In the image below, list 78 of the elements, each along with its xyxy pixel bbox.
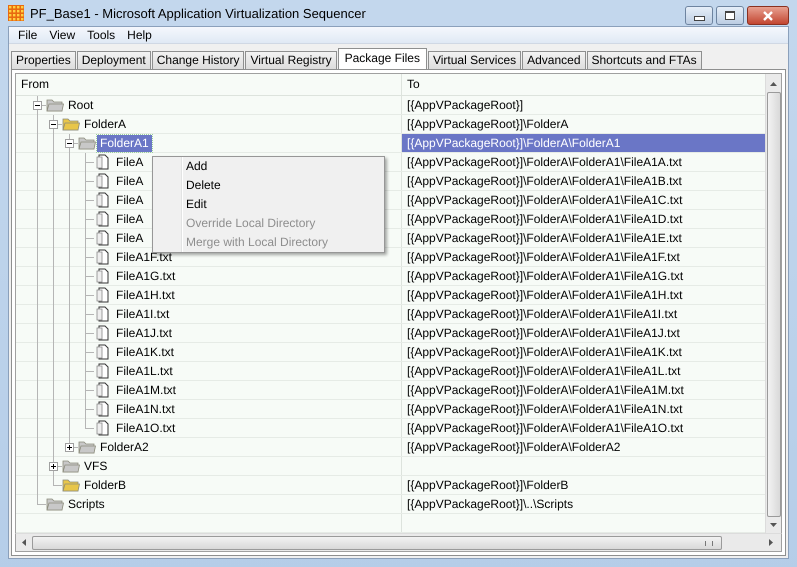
tree-item[interactable]: FolderA1 (97, 134, 152, 152)
scroll-thumb[interactable] (766, 92, 780, 517)
menu-item[interactable]: Add (153, 157, 384, 176)
table-cell: [{AppVPackageRoot}]\FolderA\FolderA1\FileA1H.txt (407, 288, 682, 302)
table-cell: [{AppVPackageRoot}]\FolderA\FolderA1\FileA1G.txt (407, 269, 684, 283)
table-cell: [{AppVPackageRoot}]\FolderA\FolderA1 (407, 136, 620, 150)
tree-item[interactable]: Scripts (65, 496, 108, 512)
expander-icon[interactable] (65, 138, 74, 148)
tab[interactable]: Advanced (522, 51, 586, 69)
table-cell: [{AppVPackageRoot}]\FolderA\FolderA1\FileA1I.txt (407, 307, 678, 321)
column-header[interactable]: From (16, 74, 402, 95)
app-icon (8, 5, 24, 21)
maximize-button[interactable] (716, 6, 744, 25)
tree-item[interactable]: FileA1G.txt (113, 268, 178, 284)
tree-item[interactable]: FileA (113, 192, 146, 208)
table-cell: [{AppVPackageRoot}]\FolderA\FolderA2 (407, 440, 620, 454)
tree-item[interactable]: Root (65, 96, 96, 114)
table-cell: [{AppVPackageRoot}]\FolderA\FolderA1\FileA1D.txt (407, 212, 682, 226)
scroll-up-icon[interactable] (770, 82, 777, 86)
tab[interactable]: Properties (11, 51, 76, 69)
minimize-button[interactable] (685, 6, 713, 25)
close-icon (762, 10, 774, 20)
tree-item[interactable]: VFS (81, 458, 110, 474)
tree-item[interactable]: FolderB (81, 476, 130, 494)
tree-item[interactable]: FileA1K.txt (113, 344, 178, 360)
tree-item[interactable]: FolderA2 (97, 438, 152, 456)
tree-item[interactable]: FileA1O.txt (113, 420, 178, 436)
tree-item[interactable]: FileA1H.txt (113, 286, 178, 304)
tree-item[interactable]: FolderA (81, 116, 130, 132)
tree-item[interactable]: FileA1N.txt (113, 400, 178, 418)
menu-item[interactable]: Delete (153, 176, 384, 195)
tree-item[interactable]: FileA1M.txt (113, 382, 180, 398)
table-cell: [{AppVPackageRoot}]\FolderA\FolderA1\FileA1O.txt (407, 421, 684, 435)
table-cell: [{AppVPackageRoot}] (407, 98, 524, 112)
table-cell: [{AppVPackageRoot}]\FolderA\FolderA1\FileA1B.txt (407, 174, 682, 188)
table-cell: [{AppVPackageRoot}]\..\Scripts (407, 497, 574, 511)
tab[interactable]: Package Files (338, 48, 427, 69)
expander-icon[interactable] (33, 100, 42, 110)
tree-item[interactable]: FileA (113, 230, 146, 246)
expander-icon[interactable] (65, 442, 74, 452)
scroll-right-icon[interactable] (769, 539, 773, 546)
table-cell: [{AppVPackageRoot}]\FolderA\FolderA1\FileA1E.txt (407, 231, 682, 245)
close-button[interactable] (747, 6, 789, 25)
table-cell: [{AppVPackageRoot}]\FolderA\FolderA1\FileA1K.txt (407, 345, 682, 359)
expander-icon[interactable] (49, 462, 58, 470)
tree-item[interactable]: FileA (113, 210, 146, 228)
tree-item[interactable]: FileA (113, 154, 146, 170)
table-cell: [{AppVPackageRoot}]\FolderA\FolderA1\FileA1M.txt (407, 383, 684, 397)
tab[interactable]: Virtual Services (428, 51, 522, 69)
menu-item[interactable]: View (44, 28, 80, 42)
scroll-thumb[interactable] (32, 536, 722, 550)
table-cell: [{AppVPackageRoot}]\FolderA\FolderA1\FileA1J.txt (407, 326, 680, 340)
table-cell: [{AppVPackageRoot}]\FolderA\FolderA1\FileA1C.txt (407, 193, 682, 207)
tree-item[interactable]: FileA1L.txt (113, 362, 176, 380)
table-cell: [{AppVPackageRoot}]\FolderA (407, 117, 568, 131)
scroll-left-icon[interactable] (22, 539, 26, 546)
tab[interactable]: Virtual Registry (245, 51, 337, 69)
window-title: PF_Base1 - Microsoft Application Virtualization Sequencer (30, 6, 366, 20)
column-header[interactable]: To (402, 74, 765, 95)
table-cell: [{AppVPackageRoot}]\FolderA\FolderA1\FileA1L.txt (407, 364, 680, 378)
table-cell: [{AppVPackageRoot}]\FolderA\FolderA1\FileA1N.txt (407, 402, 682, 416)
table-cell: [{AppVPackageRoot}]\FolderB (407, 478, 568, 492)
tree-item[interactable]: FileA1I.txt (113, 306, 172, 322)
menu-item[interactable]: Edit (153, 195, 384, 214)
tab[interactable]: Shortcuts and FTAs (586, 51, 702, 69)
tree-item[interactable]: FileA1J.txt (113, 324, 176, 342)
vertical-scrollbar[interactable] (765, 74, 781, 533)
scroll-down-icon[interactable] (770, 523, 777, 527)
horizontal-scrollbar[interactable] (15, 533, 782, 552)
menu-item[interactable]: Help (122, 28, 157, 42)
table-cell: [{AppVPackageRoot}]\FolderA\FolderA1\FileA1F.txt (407, 250, 680, 264)
tab[interactable]: Change History (152, 51, 244, 69)
menu-item[interactable]: Tools (82, 28, 120, 42)
expander-icon[interactable] (49, 120, 58, 128)
tree-item[interactable]: FileA (113, 172, 146, 190)
menu-item[interactable]: File (13, 28, 42, 42)
tab[interactable]: Deployment (76, 51, 151, 69)
table-cell: [{AppVPackageRoot}]\FolderA\FolderA1\FileA1A.txt (407, 155, 682, 169)
